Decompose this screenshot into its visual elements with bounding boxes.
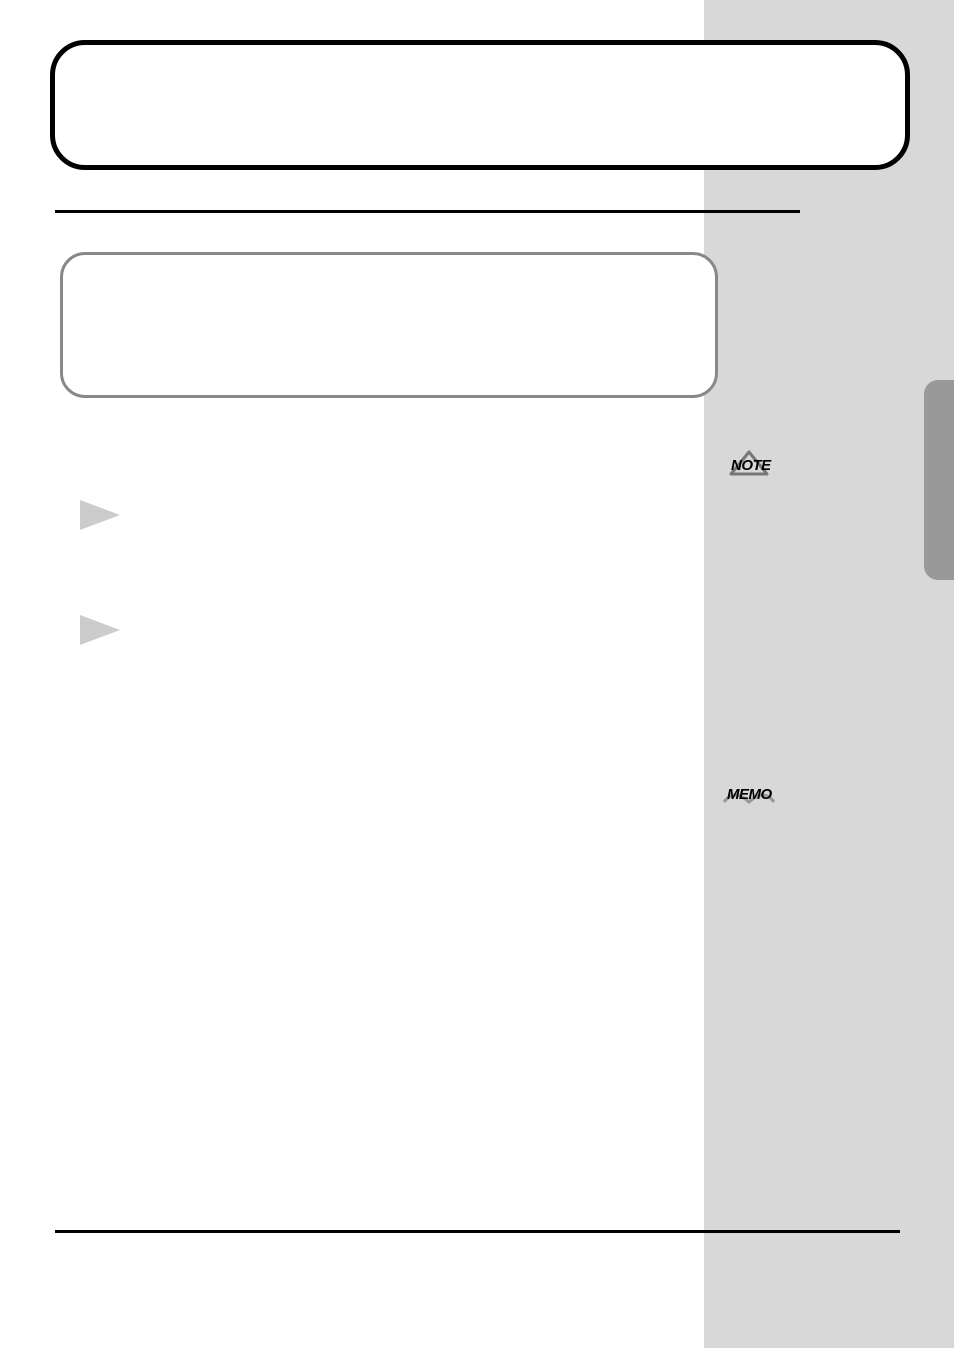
note-icon-label: NOTE: [731, 457, 771, 474]
chapter-title-frame: [50, 40, 910, 170]
sidebar-strip: [704, 0, 954, 1348]
section-tab-active: [924, 380, 954, 580]
step-arrow-icon: [80, 615, 120, 645]
note-icon: NOTE: [724, 450, 774, 476]
callout-panel: [60, 252, 718, 398]
step-arrow-icon: [80, 500, 120, 530]
memo-icon: MEMO: [719, 780, 779, 806]
memo-icon-label: MEMO: [727, 786, 772, 803]
manual-page: NOTE MEMO: [0, 0, 954, 1348]
section-heading-underline: [55, 210, 800, 213]
footer-rule: [55, 1230, 900, 1233]
